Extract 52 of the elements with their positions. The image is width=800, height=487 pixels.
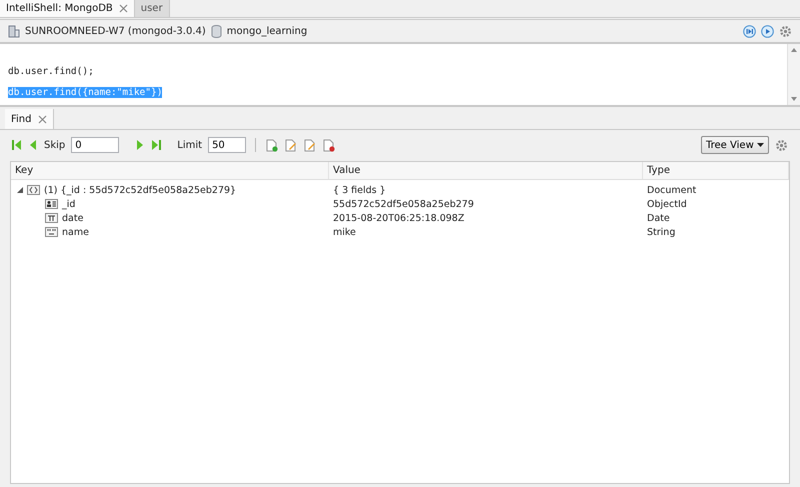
key-cell: date [62, 212, 84, 224]
type-cell-text: String [646, 226, 676, 238]
database-name: mongo_learning [226, 26, 308, 36]
quotes-icon [45, 227, 58, 237]
database-icon [210, 24, 222, 38]
server-name: SUNROOMNEED-W7 (mongod-3.0.4) [25, 26, 206, 36]
delete-document-icon[interactable] [322, 138, 336, 152]
code-line: db.user.find(); [8, 66, 94, 77]
tab-label: IntelliShell: MongoDB [6, 3, 113, 14]
tab-label: user [140, 3, 163, 14]
close-icon[interactable] [38, 114, 46, 124]
previous-page-icon[interactable] [28, 139, 38, 151]
value-cell-text: 2015-08-20T06:25:18.098Z [332, 212, 466, 224]
first-page-icon[interactable] [12, 139, 22, 151]
value-cell-text: mike [332, 226, 357, 238]
value-cell-text: 55d572c52df5e058a25eb279 [332, 198, 475, 210]
server-icon [8, 24, 20, 38]
calendar-icon [45, 213, 58, 223]
column-header[interactable]: Key [11, 162, 329, 179]
editor-tab[interactable]: IntelliShell: MongoDB [0, 0, 135, 17]
add-document-icon[interactable] [265, 138, 278, 152]
limit-label: Limit [177, 140, 202, 150]
id-card-icon [45, 199, 58, 209]
settings-icon[interactable] [779, 24, 792, 38]
editor-tab[interactable]: user [134, 0, 170, 17]
key-cell: _id [62, 198, 76, 210]
column-header[interactable]: Value [329, 162, 643, 179]
value-cell-text: { 3 fields } [332, 184, 387, 196]
next-page-icon[interactable] [135, 139, 146, 151]
run-icon[interactable] [761, 24, 774, 38]
type-cell-text: Document [646, 184, 698, 196]
column-header[interactable]: Type [643, 162, 789, 179]
document-icon [27, 185, 40, 195]
edit-documents-icon[interactable] [303, 138, 316, 152]
scroll-down-icon[interactable] [791, 97, 797, 101]
limit-field[interactable]: 50 [208, 137, 246, 153]
skip-field[interactable]: 0 [71, 137, 120, 153]
key-cell: name [62, 226, 89, 238]
skip-label: Skip [44, 140, 66, 150]
scroll-up-icon[interactable] [791, 48, 797, 52]
expanded-arrow-icon[interactable] [17, 187, 23, 193]
result-tab[interactable]: Find [5, 109, 54, 129]
settings-icon[interactable] [775, 138, 788, 152]
edit-document-icon[interactable] [284, 138, 298, 152]
caret-icon [757, 143, 764, 147]
type-cell-text: Date [646, 212, 671, 224]
last-page-icon[interactable] [151, 139, 162, 151]
view-dropdown[interactable]: Tree View [701, 136, 769, 154]
tab-label: Find [11, 114, 32, 124]
close-icon[interactable] [118, 4, 128, 13]
key-cell: (1) {_id : 55d572c52df5e058a25eb279} [44, 184, 236, 196]
type-cell-text: ObjectId [646, 198, 688, 210]
